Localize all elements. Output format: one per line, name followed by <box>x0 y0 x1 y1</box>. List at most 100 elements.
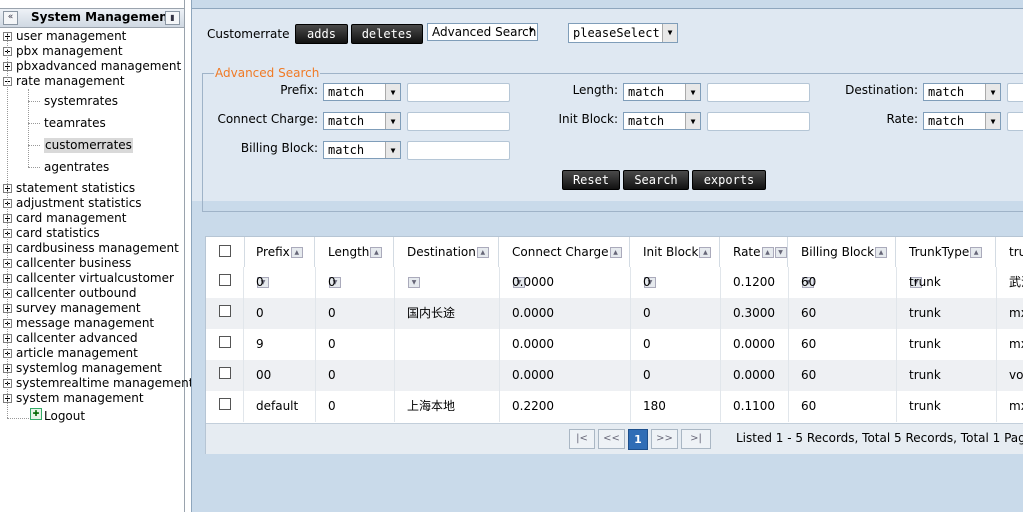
dropdown-arrow-icon[interactable]: ▼ <box>385 113 400 129</box>
grid-divider <box>394 329 395 360</box>
table-cell-connect-charge: 0.0000 <box>512 275 554 289</box>
table-cell-length: 0 <box>328 275 336 289</box>
column-header-init-block[interactable]: Init Block ▲▼ <box>631 237 720 288</box>
destination-match-select[interactable]: match ▼ <box>923 83 1001 101</box>
table-row[interactable]: 0000.000000.000060trunkvoi <box>206 360 1023 391</box>
adds-button[interactable]: adds <box>295 24 348 44</box>
sort-asc-icon[interactable]: ▲ <box>970 247 983 258</box>
sort-desc-icon[interactable]: ▼ <box>774 247 787 258</box>
select-all-checkbox[interactable] <box>219 245 231 257</box>
destination-input[interactable] <box>1007 83 1023 102</box>
grid-divider <box>394 360 395 391</box>
sidebar-subitem-systemrates[interactable]: systemrates <box>44 94 118 109</box>
row-checkbox[interactable] <box>219 305 231 317</box>
prefix-input[interactable] <box>407 83 510 102</box>
advanced-search-toggle[interactable]: Advanced Search ⯆ <box>427 23 538 41</box>
column-header-label: TrunkType <box>909 245 970 259</box>
column-header-connect-charge[interactable]: Connect Charge ▲▼ <box>500 237 630 288</box>
dropdown-arrow-icon[interactable]: ▼ <box>985 84 1000 100</box>
column-header-rate[interactable]: Rate ▲ ▼ <box>721 237 788 267</box>
table-cell-tru: mx <box>1009 337 1023 351</box>
table-cell-trunktype: trunk <box>909 399 941 413</box>
sort-asc-icon[interactable]: ▲ <box>370 247 383 258</box>
grid-divider <box>788 360 789 391</box>
table-cell-trunktype: trunk <box>909 306 941 320</box>
grid-divider <box>896 329 897 360</box>
sidebar-subitem-customerrates[interactable]: customerrates <box>44 138 133 153</box>
table-row[interactable]: 0 0 0.0000 0 0.1200 60 trunk 武汉 <box>206 267 1023 298</box>
row-checkbox[interactable] <box>219 367 231 379</box>
search-button[interactable]: Search <box>623 170 689 190</box>
sidebar-item-label: survey management <box>16 301 141 315</box>
prev-page-button[interactable]: << <box>598 429 625 449</box>
please-select-dropdown[interactable]: pleaseSelect ▼ <box>568 23 678 43</box>
table-cell-rate: 0.1200 <box>733 275 775 289</box>
sort-asc-icon[interactable]: ▲ <box>290 247 303 258</box>
first-page-button[interactable]: |< <box>569 429 595 449</box>
prefix-label: Prefix: <box>280 83 318 97</box>
grid-divider <box>720 298 721 329</box>
exports-button[interactable]: exports <box>692 170 766 190</box>
row-checkbox[interactable] <box>219 398 231 410</box>
dropdown-arrow-icon[interactable]: ▼ <box>685 113 700 129</box>
column-header-prefix[interactable]: Prefix ▲▼ <box>244 237 315 288</box>
length-match-select[interactable]: match ▼ <box>623 83 701 101</box>
rate-match-select[interactable]: match ▼ <box>923 112 1001 130</box>
sort-asc-icon[interactable]: ▲ <box>476 247 489 258</box>
length-input[interactable] <box>707 83 810 102</box>
dropdown-arrow-icon[interactable]: ▼ <box>685 84 700 100</box>
sidebar-item-label: cardbusiness management <box>16 241 179 255</box>
rate-match-value: match <box>928 114 965 128</box>
grid-divider <box>499 391 500 422</box>
connect-charge-match-select[interactable]: match ▼ <box>323 112 401 130</box>
table-row[interactable]: 9 0 0.0000 0 0.0000 60 trunk mx <box>206 329 1023 360</box>
connect-charge-input[interactable] <box>407 112 510 131</box>
init-block-match-select[interactable]: match ▼ <box>623 112 701 130</box>
table-row[interactable]: default 0 上海本地 0.2200 180 0.1100 60 trunk mx <box>206 391 1023 422</box>
billing-block-input[interactable] <box>407 141 510 160</box>
prefix-match-value: match <box>328 85 365 99</box>
current-page[interactable]: 1 <box>628 429 648 450</box>
table-cell-connect-charge: 0.2200 <box>512 399 554 413</box>
column-header-label: tru <box>1009 245 1023 259</box>
deletes-button[interactable]: deletes <box>351 24 423 44</box>
sort-asc-icon[interactable]: ▲ <box>875 247 888 258</box>
sort-asc-icon[interactable]: ▲ <box>699 247 712 258</box>
logout-link[interactable]: Logout <box>44 409 85 423</box>
table-cell-rate: 0.0000 <box>733 368 775 382</box>
table-cell-init-block: 0 <box>643 275 651 289</box>
prefix-match-select[interactable]: match ▼ <box>323 83 401 101</box>
sidebar-item-label: callcenter business <box>16 256 132 270</box>
billing-block-match-select[interactable]: match ▼ <box>323 141 401 159</box>
row-checkbox[interactable] <box>219 336 231 348</box>
table-cell-tru: 武汉 <box>1009 275 1023 289</box>
select-all-cell <box>206 237 245 267</box>
reset-button[interactable]: Reset <box>562 170 620 190</box>
row-checkbox[interactable] <box>219 274 231 286</box>
sort-asc-icon[interactable]: ▲ <box>761 247 774 258</box>
sidebar-subitem-teamrates[interactable]: teamrates <box>44 116 106 131</box>
pin-icon[interactable]: ▮ <box>165 11 180 25</box>
collapse-icon[interactable]: « <box>3 11 18 25</box>
dropdown-arrow-icon[interactable]: ▼ <box>385 84 400 100</box>
next-page-button[interactable]: >> <box>651 429 678 449</box>
table-row[interactable]: 0 0 国内长途 0.0000 0 0.3000 60 trunk mx <box>206 298 1023 329</box>
column-header-label: Init Block <box>643 245 699 259</box>
column-header-length[interactable]: Length ▲▼ <box>316 237 394 288</box>
column-header-billing-block[interactable]: Billing Block ▲▼ <box>789 237 896 288</box>
dropdown-arrow-icon[interactable]: ▼ <box>985 113 1000 129</box>
sidebar-subitem-agentrates[interactable]: agentrates <box>44 160 109 175</box>
rate-input[interactable] <box>1007 112 1023 131</box>
logout-icon[interactable]: ✚ <box>30 408 42 420</box>
sort-asc-icon[interactable]: ▲ <box>609 247 622 258</box>
init-block-input[interactable] <box>707 112 810 131</box>
column-header-trunktype[interactable]: TrunkType ▲▼ <box>897 237 996 288</box>
grid-divider <box>896 391 897 422</box>
column-header-tru[interactable]: tru <box>997 237 1023 267</box>
last-page-button[interactable]: >| <box>681 429 711 449</box>
column-header-destination[interactable]: Destination ▲▼ <box>395 237 499 288</box>
dropdown-arrow-icon[interactable]: ▼ <box>662 24 677 42</box>
column-header-label: Length <box>328 245 370 259</box>
dropdown-arrow-icon[interactable]: ▼ <box>385 142 400 158</box>
grid-divider <box>996 329 997 360</box>
